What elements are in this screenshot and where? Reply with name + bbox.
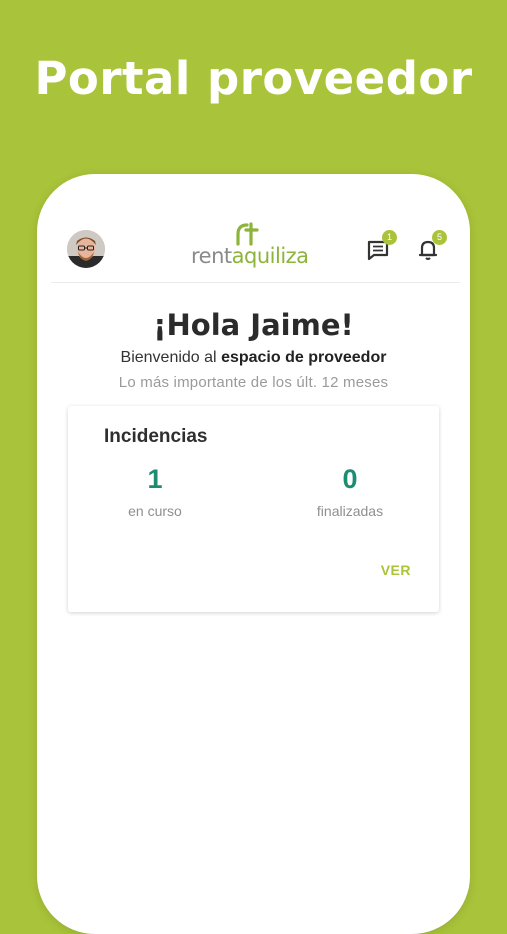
stat-value: 0 — [342, 464, 358, 494]
logo-mark-icon — [236, 222, 259, 246]
user-avatar-icon — [67, 230, 105, 268]
rentaquiliza-logo: rentaquiliza — [191, 222, 311, 274]
logo-text: rentaquiliza — [191, 244, 309, 268]
ver-button[interactable]: VER — [381, 562, 411, 578]
headline: Portal proveedor — [34, 52, 473, 105]
messages-badge: 1 — [382, 230, 397, 245]
welcome-emphasis: espacio de proveedor — [221, 349, 387, 366]
welcome-prefix: Bienvenido al — [120, 349, 217, 366]
stat-label: finalizadas — [316, 503, 384, 519]
logo-text-part1: rent — [191, 244, 232, 268]
stat-finalizadas: 0 finalizadas — [280, 464, 420, 519]
messages-button[interactable]: 1 — [363, 230, 397, 264]
avatar[interactable] — [67, 230, 105, 268]
notifications-button[interactable]: 5 — [413, 230, 447, 264]
notifications-badge: 5 — [432, 230, 447, 245]
stat-en-curso: 1 en curso — [85, 464, 225, 519]
incidencias-card: Incidencias 1 en curso 0 finalizadas VER — [68, 406, 439, 612]
app-header: rentaquiliza 1 5 — [51, 222, 460, 283]
logo-text-part2: aquiliza — [231, 244, 309, 268]
phone-screen: rentaquiliza 1 5 ¡Hola Jaime! Bienvenido… — [37, 174, 470, 934]
card-title: Incidencias — [104, 426, 208, 447]
greeting-title: ¡Hola Jaime! — [153, 308, 354, 342]
welcome-text: Bienvenido al espacio de proveedor — [37, 349, 470, 367]
stat-label: en curso — [128, 503, 182, 519]
period-subtitle: Lo más importante de los últ. 12 meses — [118, 374, 389, 391]
stat-value: 1 — [147, 464, 163, 494]
